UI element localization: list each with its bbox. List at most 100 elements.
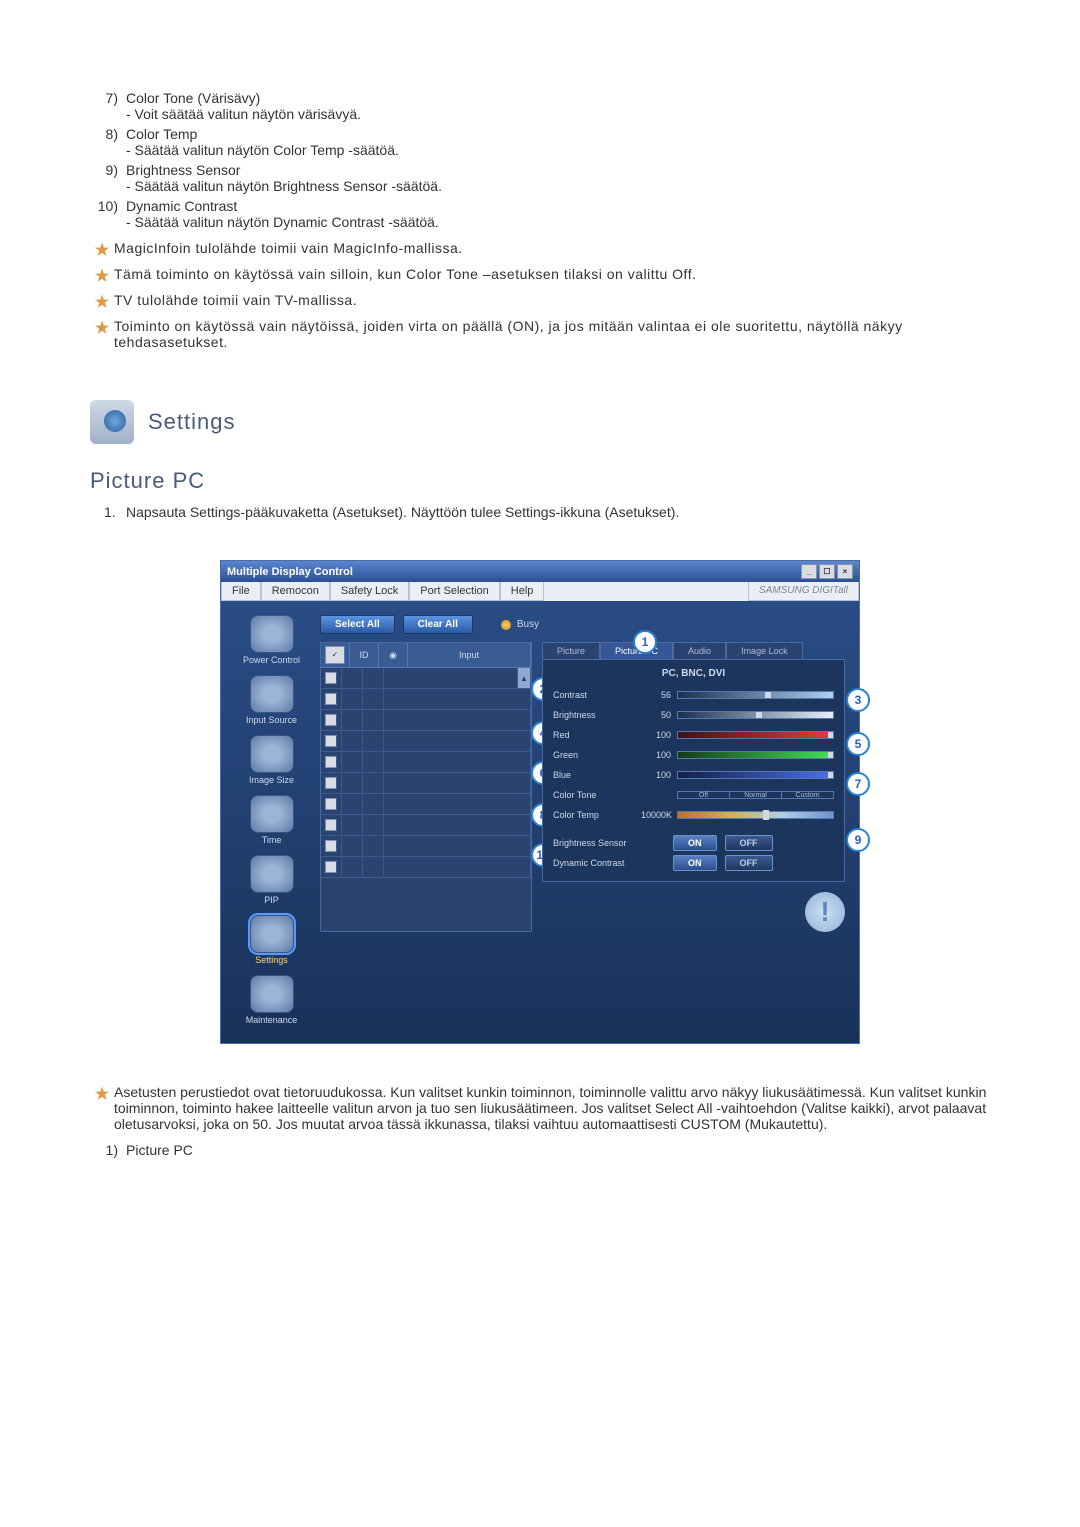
star-icon: ★ [90,1084,114,1132]
star-text: Asetusten perustiedot ovat tietoruudukos… [114,1084,990,1132]
sidebar-item-power-control[interactable]: Power Control [229,611,314,665]
list-desc: - Säätää valitun näytön Color Temp -säät… [126,142,990,158]
row-checkbox[interactable] [325,735,337,747]
tab-image-lock[interactable]: Image Lock [726,642,803,659]
menubar: File Remocon Safety Lock Port Selection … [221,582,859,601]
sidebar-item-maintenance[interactable]: Maintenance [229,971,314,1025]
select-all-button[interactable]: Select All [320,615,395,634]
sidebar-item-input-source[interactable]: Input Source [229,671,314,725]
color-tone-label: Color Tone [553,790,641,800]
tab-picture[interactable]: Picture [542,642,600,659]
star-text: Toiminto on käytössä vain näytöissä, joi… [114,318,990,350]
sidebar-item-settings[interactable]: Settings [229,911,314,965]
list-title: Dynamic Contrast [126,198,990,214]
menu-safety-lock[interactable]: Safety Lock [330,582,409,601]
tab-audio[interactable]: Audio [673,642,726,659]
brightness-sensor-off-button[interactable]: OFF [725,835,773,851]
numbered-list-top: 7) Color Tone (Värisävy) - Voit säätää v… [90,90,990,230]
table-row[interactable] [321,752,531,773]
star-text: MagicInfoin tulolähde toimii vain MagicI… [114,240,990,260]
list-title: Color Tone (Värisävy) [126,90,990,106]
close-button[interactable]: × [837,564,853,579]
brightness-slider[interactable] [677,711,834,719]
header-checkbox[interactable] [325,646,345,664]
menu-port-selection[interactable]: Port Selection [409,582,499,601]
settings-panel: Picture Picture PC Audio Image Lock PC, … [542,642,845,932]
list-title: Picture PC [126,1142,990,1158]
blue-slider[interactable] [677,771,834,779]
sidebar-item-pip[interactable]: PIP [229,851,314,905]
row-checkbox[interactable] [325,861,337,873]
row-checkbox[interactable] [325,798,337,810]
list-number: 8) [90,126,126,158]
list-item: 7) Color Tone (Värisävy) - Voit säätää v… [90,90,990,122]
pip-icon [250,855,294,893]
color-tone-slider[interactable]: OffNormalCustom [677,791,834,799]
brightness-sensor-on-button[interactable]: ON [673,835,717,851]
col-input: Input [408,643,531,667]
row-checkbox[interactable] [325,714,337,726]
instruction-list: 1. Napsauta Settings-pääkuvaketta (Asetu… [104,504,990,520]
menu-remocon[interactable]: Remocon [261,582,330,601]
list-item: 8) Color Temp - Säätää valitun näytön Co… [90,126,990,158]
power-icon [250,615,294,653]
table-row[interactable] [321,857,531,878]
scroll-up-icon[interactable]: ▲ [518,668,531,688]
list-title: Color Temp [126,126,990,142]
callout-1: 1 [633,630,657,654]
numbered-list-bottom: 1) Picture PC [90,1142,990,1158]
blue-label: Blue [553,770,641,780]
table-row[interactable] [321,836,531,857]
table-row[interactable] [321,815,531,836]
settings-heading: Settings [90,400,990,444]
dynamic-contrast-on-button[interactable]: ON [673,855,717,871]
picture-pc-heading: Picture PC [90,468,990,494]
star-notes-top: ★MagicInfoin tulolähde toimii vain Magic… [90,240,990,350]
row-checkbox[interactable] [325,756,337,768]
sidebar-item-time[interactable]: Time [229,791,314,845]
table-row[interactable] [321,689,531,710]
minimize-button[interactable]: _ [801,564,817,579]
busy-dot-icon [501,620,511,630]
list-number: 7) [90,90,126,122]
menu-file[interactable]: File [221,582,261,601]
star-icon: ★ [90,292,114,312]
sidebar-item-image-size[interactable]: Image Size [229,731,314,785]
blue-value: 100 [641,770,677,780]
list-title: Brightness Sensor [126,162,990,178]
clear-all-button[interactable]: Clear All [403,615,473,634]
color-temp-slider[interactable] [677,811,834,819]
maintenance-icon [250,975,294,1013]
col-id: ID [350,643,379,667]
menu-help[interactable]: Help [500,582,545,601]
table-row[interactable] [321,794,531,815]
row-checkbox[interactable] [325,777,337,789]
green-slider[interactable] [677,751,834,759]
image-size-icon [250,735,294,773]
input-source-icon [250,675,294,713]
row-checkbox[interactable] [325,840,337,852]
red-slider[interactable] [677,731,834,739]
star-text: TV tulolähde toimii vain TV-mallissa. [114,292,990,312]
table-row[interactable]: ▲ [321,668,531,689]
sidebar: Power Control Input Source Image Size Ti… [229,611,314,1025]
table-row[interactable] [321,710,531,731]
dynamic-contrast-off-button[interactable]: OFF [725,855,773,871]
row-checkbox[interactable] [325,672,337,684]
display-grid: ID ◉ Input ▲ [320,642,532,932]
table-row[interactable] [321,731,531,752]
time-icon [250,795,294,833]
brightness-label: Brightness [553,710,641,720]
contrast-slider[interactable] [677,691,834,699]
table-row[interactable] [321,773,531,794]
star-icon: ★ [90,266,114,286]
star-icon: ★ [90,318,114,350]
maximize-button[interactable]: ☐ [819,564,835,579]
callout-9: 9 [846,828,870,852]
row-checkbox[interactable] [325,693,337,705]
row-checkbox[interactable] [325,819,337,831]
contrast-label: Contrast [553,690,641,700]
star-text: Tämä toiminto on käytössä vain silloin, … [114,266,990,286]
list-desc: - Säätää valitun näytön Dynamic Contrast… [126,214,990,230]
color-temp-label: Color Temp [553,810,641,820]
